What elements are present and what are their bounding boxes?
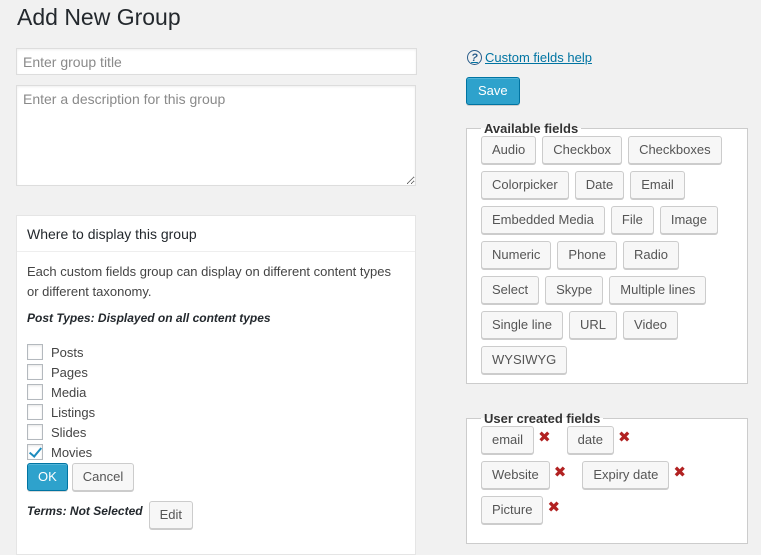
post-type-item[interactable]: Posts [27, 342, 405, 362]
display-location-heading: Where to display this group [17, 216, 415, 252]
post-types-actions: OK Cancel [27, 463, 405, 491]
available-field-button[interactable]: Colorpicker [481, 171, 569, 199]
checkbox-checked[interactable] [27, 444, 43, 460]
terms-row: Terms: Not Selected Edit [27, 501, 405, 529]
post-types-list: Posts Pages Media Listings Slides Movies [27, 342, 405, 462]
user-created-fields-legend: User created fields [484, 411, 601, 426]
delete-x-icon[interactable]: ✖ [554, 465, 567, 480]
available-field-button[interactable]: Multiple lines [609, 276, 707, 304]
available-field-button[interactable]: Date [574, 171, 625, 199]
available-field-button[interactable]: Single line [481, 311, 563, 339]
post-type-item[interactable]: Pages [27, 362, 405, 382]
checkbox[interactable] [27, 364, 43, 380]
available-fields-legend: Available fields [484, 121, 579, 136]
post-type-label: Media [51, 384, 87, 400]
available-field-button[interactable]: Checkbox [542, 136, 623, 164]
edit-terms-button[interactable]: Edit [148, 501, 193, 529]
help-link-label: Custom fields help [485, 50, 592, 65]
group-description-input[interactable] [16, 85, 416, 186]
user-field-button[interactable]: email [481, 426, 535, 454]
delete-x-icon[interactable]: ✖ [538, 430, 551, 445]
user-field-button[interactable]: Website [481, 461, 550, 489]
checkbox[interactable] [27, 424, 43, 440]
post-type-label: Listings [51, 404, 96, 420]
checkbox[interactable] [27, 344, 43, 360]
available-field-button[interactable]: Audio [481, 136, 537, 164]
available-field-button[interactable]: Image [659, 206, 718, 234]
user-field-button[interactable]: Expiry date [582, 461, 670, 489]
display-intro-text: Each custom fields group can display on … [27, 264, 391, 299]
post-type-label: Pages [51, 364, 88, 380]
available-field-button[interactable]: Skype [545, 276, 604, 304]
custom-fields-help-link[interactable]: ? Custom fields help [467, 50, 592, 65]
save-button[interactable]: Save [466, 77, 520, 105]
checkbox[interactable] [27, 384, 43, 400]
user-created-fields-list: email ✖ date ✖ Website ✖ Expiry date ✖ Picture ✖ [481, 426, 737, 524]
user-field-button[interactable]: date [566, 426, 614, 454]
display-location-body: Each custom fields group can display on … [17, 252, 415, 529]
terms-label: Terms: Not Selected [27, 504, 143, 518]
delete-x-icon[interactable]: ✖ [547, 500, 560, 515]
user-created-fields-box: User created fields email ✖ date ✖ Website ✖ E… [466, 411, 748, 544]
post-type-label: Movies [51, 444, 93, 460]
available-fields-box: Available fields Audio Checkbox Checkboxes… [466, 121, 748, 384]
delete-x-icon[interactable]: ✖ [618, 430, 631, 445]
user-field-item: email ✖ [481, 426, 551, 454]
checkbox[interactable] [27, 404, 43, 420]
post-type-item[interactable]: Movies [27, 442, 405, 462]
post-type-item[interactable]: Slides [27, 422, 405, 442]
post-type-label: Slides [51, 424, 87, 440]
available-fields-list: Audio Checkbox Checkboxes Colorpicker Date Em… [481, 136, 737, 374]
available-field-button[interactable]: Email [630, 171, 685, 199]
available-field-button[interactable]: URL [569, 311, 618, 339]
group-title-input[interactable] [16, 48, 417, 75]
question-circle-icon: ? [467, 50, 482, 65]
available-field-button[interactable]: File [610, 206, 654, 234]
available-field-button[interactable]: Numeric [481, 241, 552, 269]
user-field-item: Picture ✖ [481, 496, 560, 524]
available-field-button[interactable]: WYSIWYG [481, 346, 568, 374]
available-field-button[interactable]: Video [623, 311, 679, 339]
post-type-label: Posts [51, 344, 84, 360]
post-type-item[interactable]: Media [27, 382, 405, 402]
available-field-button[interactable]: Embedded Media [481, 206, 605, 234]
user-field-item: date ✖ [566, 426, 631, 454]
user-field-item: Website ✖ [481, 461, 566, 489]
available-field-button[interactable]: Checkboxes [628, 136, 722, 164]
ok-button[interactable]: OK [27, 463, 68, 491]
page-title: Add New Group [17, 4, 181, 30]
user-field-item: Expiry date ✖ [582, 461, 686, 489]
available-field-button[interactable]: Radio [623, 241, 679, 269]
available-field-button[interactable]: Select [481, 276, 540, 304]
post-type-item[interactable]: Listings [27, 402, 405, 422]
display-location-box: Where to display this group Each custom … [16, 215, 416, 555]
available-field-button[interactable]: Phone [557, 241, 617, 269]
cancel-button[interactable]: Cancel [71, 463, 135, 491]
user-field-button[interactable]: Picture [481, 496, 544, 524]
post-types-label: Post Types: Displayed on all content typ… [27, 311, 271, 325]
delete-x-icon[interactable]: ✖ [673, 465, 686, 480]
